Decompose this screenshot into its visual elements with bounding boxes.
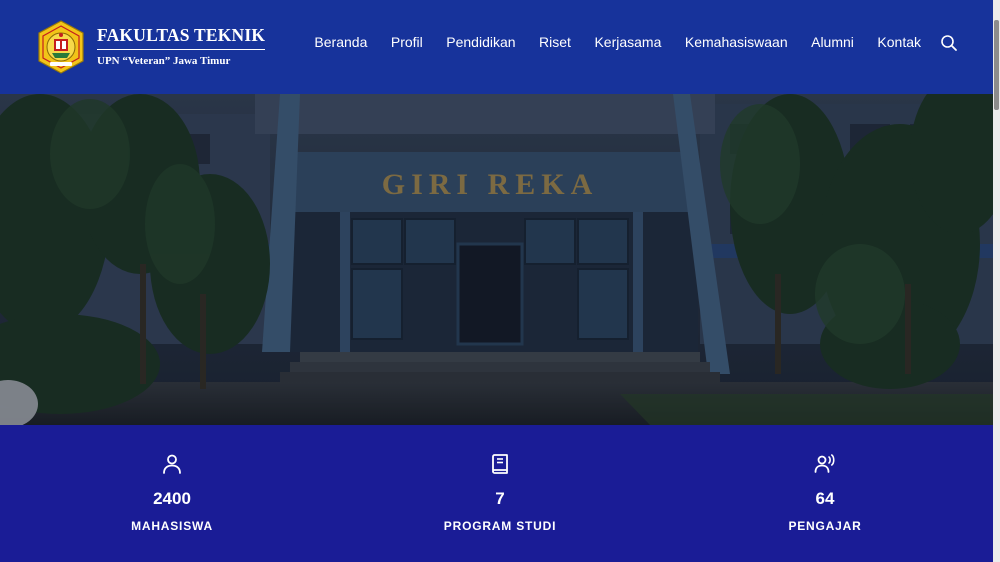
stat-program-studi: 7 PROGRAM STUDI	[390, 425, 610, 533]
brand-text: FAKULTAS TEKNIK UPN “Veteran” Jawa Timur	[97, 24, 266, 70]
speaker-person-icon	[814, 454, 835, 473]
stat-mahasiswa-label: MAHASISWA	[131, 519, 213, 533]
stat-pengajar-label: PENGAJAR	[788, 519, 862, 533]
stat-mahasiswa: 2400 MAHASISWA	[62, 425, 282, 533]
page: FAKULTAS TEKNIK UPN “Veteran” Jawa Timur…	[0, 0, 1000, 562]
building-photo: GIRI REKA	[0, 94, 993, 425]
university-seal-logo	[38, 20, 84, 74]
nav-item-kontak[interactable]: Kontak	[877, 34, 921, 50]
stat-mahasiswa-number: 2400	[153, 489, 191, 508]
user-icon	[163, 454, 181, 474]
nav-item-kerjasama[interactable]: Kerjasama	[594, 34, 661, 50]
search-icon[interactable]	[940, 34, 958, 52]
page-scrollbar[interactable]	[993, 0, 1000, 562]
nav-item-alumni[interactable]: Alumni	[811, 34, 854, 50]
nav-item-pendidikan[interactable]: Pendidikan	[446, 34, 515, 50]
nav-item-profil[interactable]: Profil	[391, 34, 423, 50]
brand-title: FAKULTAS TEKNIK	[97, 24, 266, 50]
book-icon	[492, 454, 508, 474]
site-logo[interactable]: FAKULTAS TEKNIK UPN “Veteran” Jawa Timur	[34, 20, 266, 74]
nav-item-beranda[interactable]: Beranda	[314, 34, 367, 50]
stat-program-studi-number: 7	[495, 489, 505, 508]
stat-pengajar-number: 64	[815, 489, 835, 508]
stats-section: 2400 MAHASISWA 7 PROGRAM STUDI 64 PENGAJ…	[0, 425, 993, 562]
brand-subtitle: UPN “Veteran” Jawa Timur	[97, 55, 231, 67]
stat-pengajar: 64 PENGAJAR	[715, 425, 935, 533]
site-header: FAKULTAS TEKNIK UPN “Veteran” Jawa Timur…	[0, 0, 993, 94]
scrollbar-thumb[interactable]	[994, 20, 999, 110]
nav-item-riset[interactable]: Riset	[539, 34, 571, 50]
nav-item-kemahasiswaan[interactable]: Kemahasiswaan	[685, 34, 788, 50]
main-nav: Beranda Profil Pendidikan Riset Kerjasam…	[291, 34, 921, 50]
hero-banner: GIRI REKA	[0, 94, 993, 425]
stat-program-studi-label: PROGRAM STUDI	[443, 519, 557, 533]
